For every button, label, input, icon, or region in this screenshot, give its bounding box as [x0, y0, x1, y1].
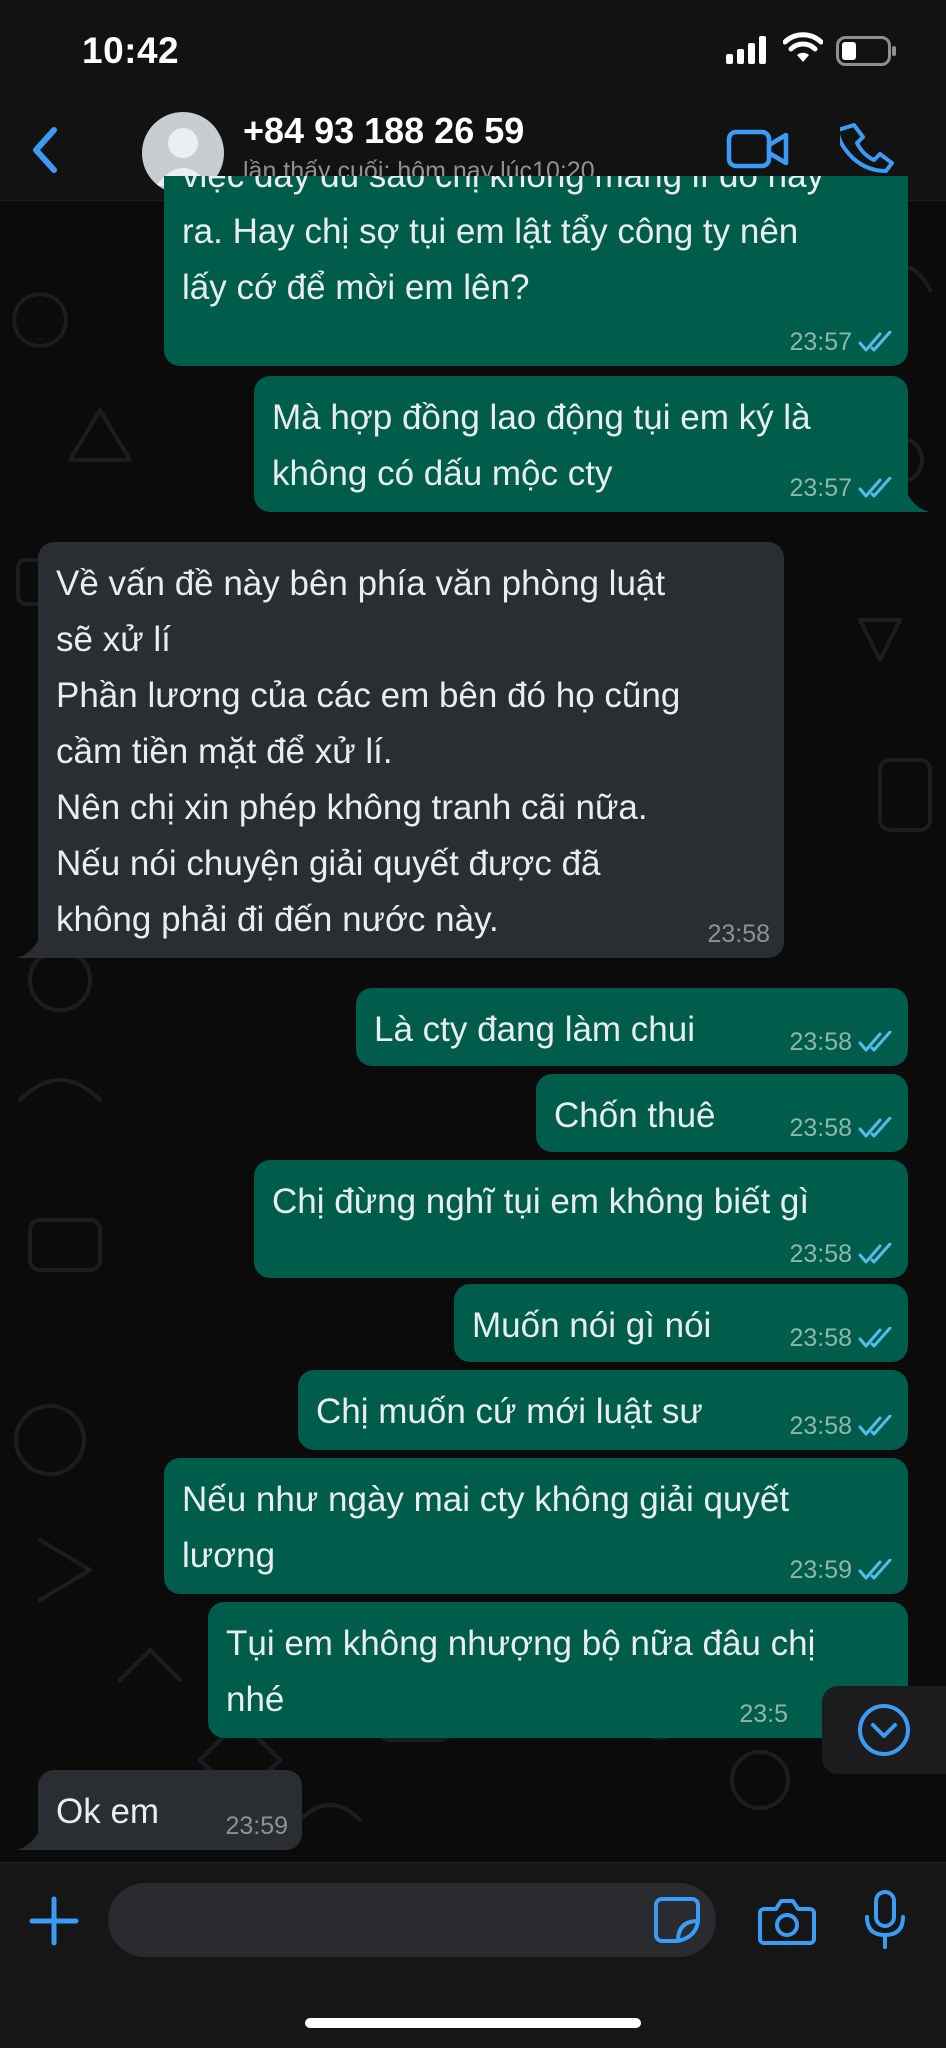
message-time: 23:58 — [707, 920, 770, 948]
message-meta: 23:57 — [789, 474, 894, 502]
whatsapp-chat-screen: 10:42 +84 93 188 26 59 lần thấy cuối: hô… — [0, 0, 946, 2048]
message-meta: 23:59 — [225, 1812, 288, 1840]
message-bubble-incoming[interactable]: Ok em 23:59 — [38, 1770, 302, 1850]
read-receipt-icon — [858, 1031, 892, 1052]
message-meta: 23:58 — [789, 1324, 894, 1352]
message-bubble-outgoing[interactable]: Muốn nói gì nói 23:58 — [454, 1284, 908, 1362]
message-time: 23:58 — [789, 1412, 852, 1440]
message-bubble-outgoing[interactable]: Là cty đang làm chui 23:58 — [356, 988, 908, 1066]
voice-call-button[interactable] — [835, 120, 896, 176]
message-time: 23:57 — [789, 328, 852, 356]
message-meta: 23:59 — [789, 1556, 894, 1584]
contact-name[interactable]: +84 93 188 26 59 — [243, 110, 524, 152]
camera-button[interactable] — [758, 1895, 816, 1947]
read-receipt-icon — [858, 1415, 892, 1436]
home-indicator — [305, 2018, 641, 2028]
video-call-button[interactable] — [726, 124, 790, 174]
chevron-left-icon — [33, 127, 57, 173]
bubble-tail — [16, 1824, 42, 1850]
video-camera-icon — [726, 129, 789, 169]
wifi-icon — [783, 32, 823, 62]
message-meta: 23:57 — [789, 328, 894, 356]
sticker-icon — [654, 1897, 700, 1943]
message-bubble-outgoing[interactable]: Chị đừng nghĩ tụi em không biết gì 23:58 — [254, 1160, 908, 1278]
battery-icon — [836, 36, 896, 66]
scroll-to-bottom-button[interactable] — [822, 1686, 946, 1774]
read-receipt-icon — [858, 1327, 892, 1348]
message-time: 23:58 — [789, 1028, 852, 1056]
message-text: việc đầy đủ sao chị không mang lí do hay… — [182, 176, 824, 307]
message-text: Nếu như ngày mai cty không giải quyết lư… — [182, 1480, 790, 1575]
attach-button[interactable] — [26, 1893, 82, 1949]
message-text: Tụi em không nhượng bộ nữa đâu chị nhé — [226, 1624, 816, 1719]
message-input[interactable] — [108, 1883, 716, 1957]
read-receipt-icon — [858, 1559, 892, 1580]
message-meta: 23:58 — [789, 1240, 894, 1268]
message-time: 23:58 — [789, 1324, 852, 1352]
message-bubble-outgoing[interactable]: Nếu như ngày mai cty không giải quyết lư… — [164, 1458, 908, 1594]
camera-icon — [758, 1899, 816, 1945]
read-receipt-icon — [858, 477, 892, 498]
status-bar: 10:42 — [0, 0, 946, 100]
plus-icon — [29, 1896, 79, 1946]
read-receipt-icon — [858, 331, 892, 352]
message-meta: 23:58 — [789, 1412, 894, 1440]
bubble-tail — [16, 932, 42, 958]
read-receipt-icon — [858, 1117, 892, 1138]
message-time: 23:59 — [789, 1556, 852, 1584]
chevron-down-circle-icon — [858, 1704, 910, 1756]
message-input-bar — [0, 1862, 946, 2048]
message-bubble-outgoing[interactable]: Chị muốn cứ mới luật sư 23:58 — [298, 1370, 908, 1450]
message-bubble-outgoing[interactable]: việc đầy đủ sao chị không mang lí do hay… — [164, 176, 908, 366]
message-meta: 23:58 — [707, 920, 770, 948]
sticker-button[interactable] — [652, 1895, 702, 1945]
message-bubble-outgoing[interactable]: Tụi em không nhượng bộ nữa đâu chị nhé 2… — [208, 1602, 908, 1738]
message-time: 23:5 — [739, 1700, 788, 1728]
bubble-tail — [904, 486, 930, 512]
read-receipt-icon — [858, 1243, 892, 1264]
message-time: 23:58 — [789, 1114, 852, 1142]
message-time: 23:58 — [789, 1240, 852, 1268]
message-meta: 23:58 — [789, 1114, 894, 1142]
message-time: 23:57 — [789, 474, 852, 502]
status-time: 10:42 — [82, 30, 180, 71]
back-button[interactable] — [20, 120, 70, 180]
message-meta: 23:5 — [739, 1700, 788, 1728]
message-bubble-outgoing[interactable]: Mà hợp đồng lao động tụi em ký là không … — [254, 376, 908, 512]
message-text: Về vấn đề này bên phía văn phòng luật sẽ… — [56, 564, 681, 939]
phone-icon — [835, 123, 894, 173]
message-bubble-incoming[interactable]: Về vấn đề này bên phía văn phòng luật sẽ… — [38, 542, 784, 958]
cellular-signal-icon — [726, 36, 766, 64]
message-bubble-outgoing[interactable]: Chốn thuê 23:58 — [536, 1074, 908, 1152]
message-time: 23:59 — [225, 1812, 288, 1840]
microphone-icon — [865, 1890, 905, 1949]
message-text: Chị đừng nghĩ tụi em không biết gì — [272, 1182, 810, 1221]
message-meta: 23:58 — [789, 1028, 894, 1056]
microphone-button[interactable] — [862, 1889, 908, 1951]
